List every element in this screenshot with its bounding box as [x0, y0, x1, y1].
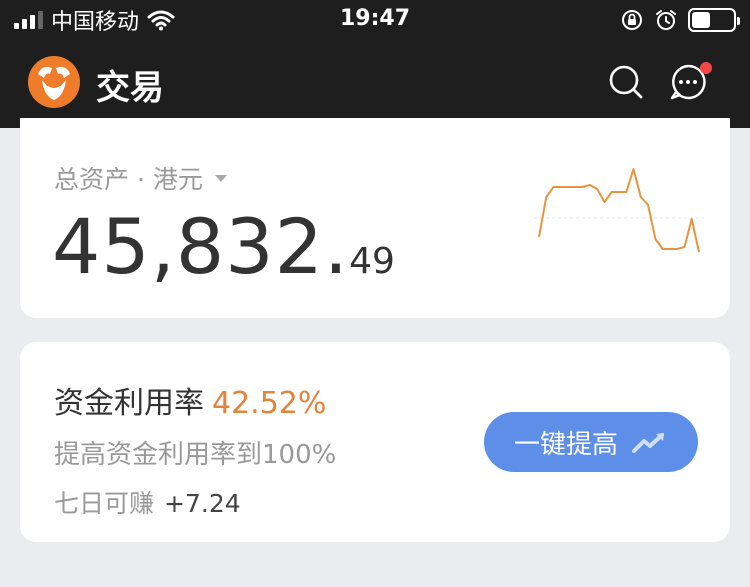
status-bar: 中国移动 19:47	[0, 0, 750, 40]
seven-day-earnings: 七日可赚 +7.24	[54, 484, 241, 520]
total-assets-value: 45,832.49	[52, 202, 395, 291]
fund-utilization-card: 资金利用率 42.52% 提高资金利用率到100% 七日可赚 +7.24 一键提高	[20, 342, 730, 542]
battery-fill	[692, 12, 710, 28]
week-earnings-value: +7.24	[164, 489, 241, 518]
utilization-subtitle: 提高资金利用率到100%	[54, 440, 337, 470]
rotation-lock-icon	[622, 10, 642, 30]
page-title: 交易	[96, 68, 164, 108]
boost-button-label: 一键提高	[513, 428, 618, 459]
battery-icon	[688, 8, 740, 32]
notification-badge	[700, 62, 712, 74]
app-logo-icon	[28, 56, 80, 108]
asset-value-decimal: 49	[349, 241, 395, 282]
utilization-percent: 42.52%	[212, 386, 327, 421]
trend-up-icon	[632, 433, 664, 453]
nav-bar: 交易	[0, 40, 750, 128]
sparkline-path	[538, 168, 700, 253]
currency-selector[interactable]: 总资产 · 港元	[54, 160, 227, 196]
asset-label: 总资产 · 港元	[54, 165, 203, 194]
asset-trend-sparkline	[534, 168, 704, 253]
asset-value-integer: 45,832.	[52, 202, 350, 291]
week-earnings-label: 七日可赚	[54, 489, 155, 518]
one-click-boost-button[interactable]: 一键提高	[484, 412, 698, 472]
caret-down-icon	[214, 174, 227, 182]
alarm-icon	[656, 10, 676, 30]
total-assets-card[interactable]: 总资产 · 港元 45,832.49	[20, 118, 730, 318]
utilization-label: 资金利用率	[54, 386, 204, 421]
utilization-title: 资金利用率 42.52%	[54, 378, 326, 422]
search-icon[interactable]	[606, 62, 646, 102]
status-right	[620, 6, 740, 34]
